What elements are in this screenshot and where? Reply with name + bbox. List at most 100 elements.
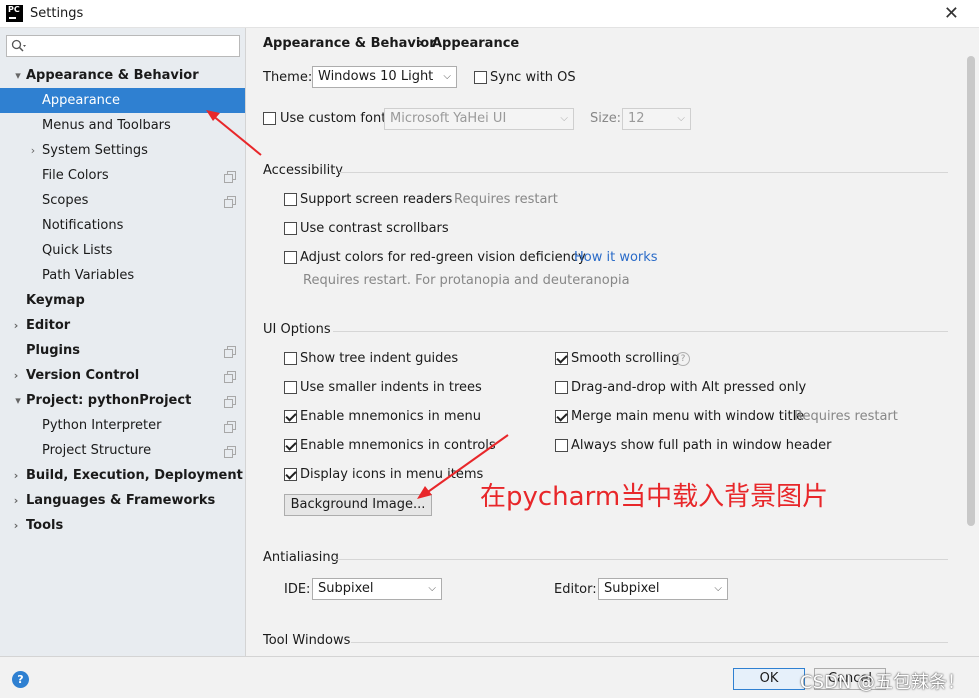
sidebar-item-path-variables[interactable]: Path Variables (0, 263, 245, 288)
chevron-right-icon: › (30, 144, 36, 157)
breadcrumb-parent[interactable]: Appearance & Behavior (263, 36, 436, 51)
sidebar-item-version-control[interactable]: › Version Control (0, 363, 245, 388)
sidebar-item-appearance[interactable]: Appearance (0, 88, 245, 113)
sidebar-item-appearance-behavior[interactable]: ▾ Appearance & Behavior (0, 63, 245, 88)
sidebar-item-quick-lists[interactable]: Quick Lists (0, 238, 245, 263)
project-scope-icon (224, 446, 236, 458)
tree-indent-label: Show tree indent guides (300, 351, 459, 366)
chevron-down-icon: ⌵ (443, 71, 451, 82)
drag-drop-checkbox[interactable] (555, 381, 568, 394)
chevron-down-icon: ⌵ (428, 583, 436, 594)
font-size-select[interactable]: 12 ⌵ (622, 108, 691, 130)
full-path-checkbox[interactable] (555, 439, 568, 452)
sidebar-item-system-settings[interactable]: › System Settings (0, 138, 245, 163)
sidebar-item-menus-toolbars[interactable]: Menus and Toolbars (0, 113, 245, 138)
smaller-indents-checkbox[interactable] (284, 381, 297, 394)
ok-button[interactable]: OK (733, 668, 805, 690)
custom-font-checkbox[interactable] (263, 112, 276, 125)
chevron-right-icon: › (13, 369, 19, 382)
chevron-down-icon: ▾ (15, 69, 21, 82)
chevron-right-icon: › (13, 519, 19, 532)
screen-readers-checkbox[interactable] (284, 193, 297, 206)
icons-menu-label: Display icons in menu items (300, 467, 484, 482)
breadcrumb-current: Appearance (432, 36, 520, 51)
merge-menu-label: Merge main menu with window title (571, 409, 805, 424)
chevron-down-icon: ▾ (15, 394, 21, 407)
sync-os-checkbox[interactable] (474, 71, 487, 84)
theme-select[interactable]: Windows 10 Light ⌵ (312, 66, 457, 88)
mnemonics-menu-checkbox[interactable] (284, 410, 297, 423)
red-green-note: Requires restart. For protanopia and deu… (303, 273, 630, 288)
theme-label: Theme: (263, 70, 313, 85)
tool-windows-section-title: Tool Windows (263, 633, 351, 648)
project-scope-icon (224, 171, 236, 183)
how-it-works-link[interactable]: How it works (574, 250, 658, 265)
separator (333, 331, 948, 332)
contrast-scrollbars-checkbox[interactable] (284, 222, 297, 235)
smooth-scrolling-checkbox[interactable] (555, 352, 568, 365)
editor-antialiasing-select[interactable]: Subpixel ⌵ (598, 578, 728, 600)
smooth-scrolling-label: Smooth scrolling (571, 351, 680, 366)
project-scope-icon (224, 421, 236, 433)
sidebar-item-editor[interactable]: › Editor (0, 313, 245, 338)
separator (339, 172, 948, 173)
drag-drop-label: Drag-and-drop with Alt pressed only (571, 380, 807, 395)
smaller-indents-label: Use smaller indents in trees (300, 380, 482, 395)
help-icon[interactable]: ? (12, 671, 29, 688)
project-scope-icon (224, 371, 236, 383)
screen-readers-label: Support screen readers (300, 192, 453, 207)
icons-menu-checkbox[interactable] (284, 468, 297, 481)
search-icon (11, 39, 26, 52)
separator (336, 559, 948, 560)
breadcrumb-separator: › (418, 36, 424, 51)
close-icon[interactable]: ✕ (944, 3, 959, 24)
mnemonics-controls-label: Enable mnemonics in controls (300, 438, 496, 453)
font-select[interactable]: Microsoft YaHei UI ⌵ (384, 108, 574, 130)
editor-label: Editor: (554, 582, 597, 597)
window-title: Settings (30, 6, 84, 21)
chevron-right-icon: › (13, 494, 19, 507)
accessibility-section-title: Accessibility (263, 163, 343, 178)
mnemonics-menu-label: Enable mnemonics in menu (300, 409, 481, 424)
settings-content: Appearance & Behavior › Appearance Theme… (247, 28, 979, 656)
sidebar-item-project[interactable]: ▾ Project: pythonProject (0, 388, 245, 413)
chevron-down-icon: ⌵ (677, 113, 685, 124)
title-bar: PC Settings ✕ (0, 0, 979, 28)
ide-antialiasing-select[interactable]: Subpixel ⌵ (312, 578, 442, 600)
sidebar-item-file-colors[interactable]: File Colors (0, 163, 245, 188)
search-input[interactable] (6, 35, 240, 57)
sidebar-item-tools[interactable]: › Tools (0, 513, 245, 538)
mnemonics-controls-checkbox[interactable] (284, 439, 297, 452)
red-green-label: Adjust colors for red-green vision defic… (300, 250, 586, 265)
project-scope-icon (224, 196, 236, 208)
font-size-label: Size: (590, 111, 622, 126)
sidebar-item-plugins[interactable]: Plugins (0, 338, 245, 363)
chevron-right-icon: › (13, 319, 19, 332)
sidebar-item-python-interpreter[interactable]: Python Interpreter (0, 413, 245, 438)
sidebar-item-scopes[interactable]: Scopes (0, 188, 245, 213)
requires-restart-note: Requires restart (794, 409, 898, 424)
scrollbar[interactable] (967, 56, 975, 526)
sidebar-item-build-execution[interactable]: › Build, Execution, Deployment (0, 463, 245, 488)
tree-indent-checkbox[interactable] (284, 352, 297, 365)
sidebar-item-languages-frameworks[interactable]: › Languages & Frameworks (0, 488, 245, 513)
sidebar-item-project-structure[interactable]: Project Structure (0, 438, 245, 463)
dialog-footer: ? OK Cancel CSDN @五包辣条！ (0, 656, 979, 698)
chevron-down-icon: ⌵ (560, 113, 568, 124)
chevron-down-icon: ⌵ (714, 583, 722, 594)
project-scope-icon (224, 346, 236, 358)
settings-sidebar: ▾ Appearance & Behavior Appearance Menus… (0, 28, 246, 656)
background-image-button[interactable]: Background Image... (284, 494, 432, 516)
ide-label: IDE: (284, 582, 311, 597)
merge-menu-checkbox[interactable] (555, 410, 568, 423)
sidebar-item-keymap[interactable]: Keymap (0, 288, 245, 313)
contrast-scrollbars-label: Use contrast scrollbars (300, 221, 449, 236)
requires-restart-note: Requires restart (454, 192, 558, 207)
sidebar-item-notifications[interactable]: Notifications (0, 213, 245, 238)
separator (351, 642, 948, 643)
help-icon[interactable]: ? (676, 352, 690, 366)
antialiasing-section-title: Antialiasing (263, 550, 339, 565)
annotation-text: 在pycharm当中载入背景图片 (480, 482, 829, 512)
red-green-checkbox[interactable] (284, 251, 297, 264)
full-path-label: Always show full path in window header (571, 438, 832, 453)
